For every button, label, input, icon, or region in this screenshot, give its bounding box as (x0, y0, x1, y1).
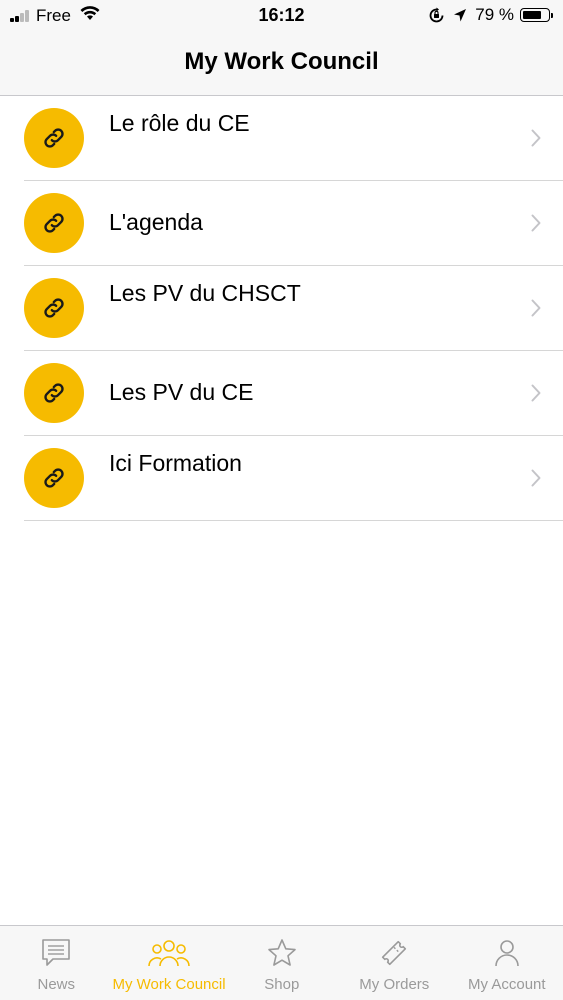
tab-label: News (37, 976, 75, 993)
tab-bar: News My Work Council Shop My Orders My A… (0, 925, 563, 1000)
list-item-label: Ici Formation (109, 450, 242, 476)
link-icon (24, 363, 84, 423)
chevron-right-icon (531, 469, 541, 487)
chevron-right-icon (531, 129, 541, 147)
tab-label: My Account (468, 976, 546, 993)
location-arrow-icon (453, 8, 467, 23)
status-bar: Free 16:12 79 % (0, 0, 563, 34)
orientation-lock-icon (428, 7, 445, 24)
battery-icon (520, 8, 553, 22)
list-item-pv-chsct[interactable]: Les PV du CHSCT (24, 266, 563, 351)
link-icon (24, 108, 84, 168)
person-icon (494, 940, 519, 967)
battery-percentage: 79 % (475, 5, 514, 24)
tab-label: My Work Council (112, 976, 226, 993)
tab-news[interactable]: News (0, 926, 112, 1000)
chat-icon (42, 939, 71, 966)
tab-label: Shop (264, 976, 300, 993)
list-item-label: Le rôle du CE (109, 110, 250, 136)
list-item-agenda[interactable]: L'agenda (24, 181, 563, 266)
list-item-role-ce[interactable]: Le rôle du CE (24, 96, 563, 181)
link-icon (24, 193, 84, 253)
list-item-pv-ce[interactable]: Les PV du CE (24, 351, 563, 436)
list-item-label: Les PV du CHSCT (109, 280, 301, 306)
list-item-label: Les PV du CE (109, 379, 254, 405)
page-title: My Work Council (184, 48, 379, 75)
list-item-label: L'agenda (109, 209, 203, 235)
chevron-right-icon (531, 214, 541, 232)
tab-my-orders[interactable]: My Orders (338, 926, 450, 1000)
navigation-bar: My Work Council (0, 34, 563, 96)
star-icon (268, 939, 296, 966)
tab-label: My Orders (359, 976, 430, 993)
work-council-list: Le rôle du CE L'agenda Les PV du CHSCT L… (0, 96, 563, 521)
chevron-right-icon (531, 299, 541, 317)
link-icon (24, 448, 84, 508)
tab-my-account[interactable]: My Account (451, 926, 563, 1000)
status-right: 79 % (428, 5, 553, 25)
list-item-ici-formation[interactable]: Ici Formation (24, 436, 563, 521)
chevron-right-icon (531, 384, 541, 402)
link-icon (24, 278, 84, 338)
group-icon (148, 940, 190, 967)
ticket-icon (382, 940, 407, 966)
tab-my-work-council[interactable]: My Work Council (112, 926, 226, 1000)
tab-shop[interactable]: Shop (226, 926, 338, 1000)
